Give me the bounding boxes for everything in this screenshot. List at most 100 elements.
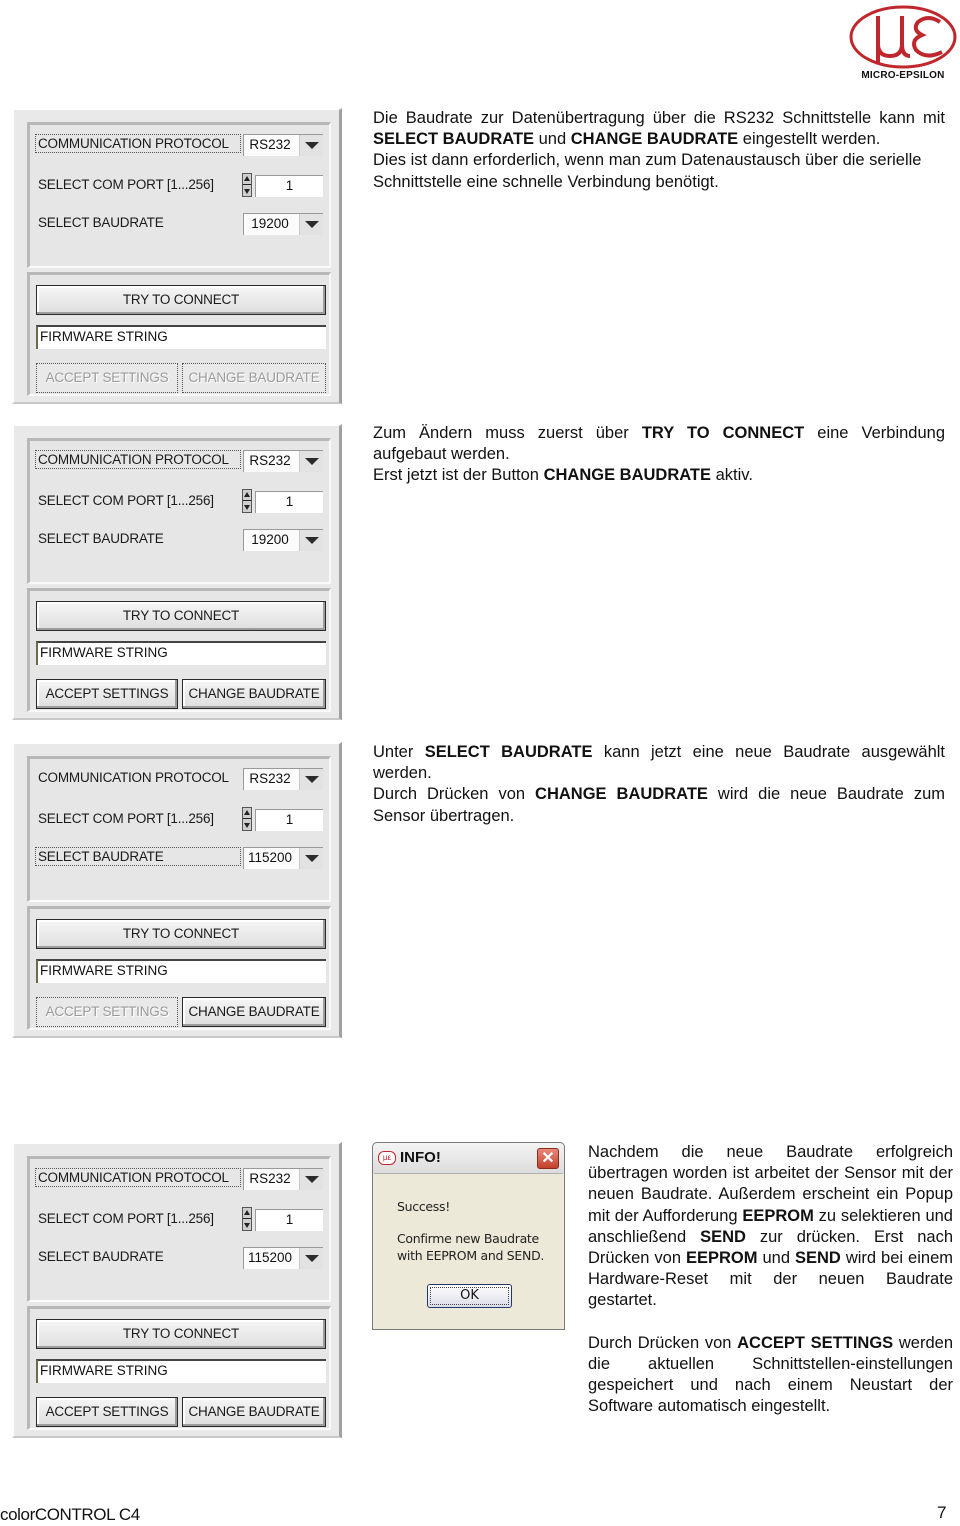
logo-text: MICRO-EPSILON: [861, 70, 945, 81]
connection-actions-group: TRY TO CONNECT FIRMWARE STRING ACCEPT SE…: [27, 906, 331, 1030]
increment-arrow-icon[interactable]: [244, 176, 250, 181]
try-to-connect-button[interactable]: TRY TO CONNECT: [36, 285, 326, 315]
ok-button[interactable]: OK: [427, 1284, 512, 1308]
interface-settings-panel: COMMUNICATION PROTOCOL RS232 SELECT COM …: [12, 424, 342, 720]
footer-product-name: colorCONTROL C4: [0, 1505, 140, 1524]
popup-title: INFO!: [400, 1149, 441, 1166]
change-baudrate-button[interactable]: CHANGE BAUDRATE: [182, 363, 326, 393]
com-port-stepper[interactable]: [242, 173, 252, 197]
paragraph: Nachdem die neue Baudrate erfolgreich üb…: [588, 1143, 953, 1310]
communication-protocol-value: RS232: [249, 1171, 291, 1186]
baudrate-label: SELECT BAUDRATE: [38, 531, 164, 546]
com-port-label: SELECT COM PORT [1...256]: [38, 177, 214, 192]
baudrate-value: 19200: [251, 216, 289, 231]
com-port-stepper[interactable]: [242, 807, 252, 831]
baudrate-value: 115200: [247, 850, 293, 865]
paragraph: Erst jetzt ist der Button CHANGE BAUDRAT…: [373, 466, 753, 485]
communication-protocol-dropdown[interactable]: RS232: [243, 768, 323, 790]
connection-settings-group: COMMUNICATION PROTOCOL RS232 SELECT COM …: [27, 1156, 331, 1302]
baudrate-value: 19200: [251, 532, 289, 547]
try-to-connect-button[interactable]: TRY TO CONNECT: [36, 1319, 326, 1349]
paragraph: Durch Drücken von ACCEPT SETTINGS werden…: [588, 1333, 953, 1416]
com-port-input[interactable]: 1: [255, 175, 323, 197]
chevron-down-icon[interactable]: [299, 135, 323, 156]
com-port-input[interactable]: 1: [255, 491, 323, 513]
chevron-down-icon[interactable]: [299, 530, 323, 551]
increment-arrow-icon[interactable]: [244, 492, 250, 497]
description-section-4: Nachdem die neue Baudrate erfolgreich üb…: [588, 1142, 953, 1417]
baudrate-label: SELECT BAUDRATE: [38, 215, 164, 230]
communication-protocol-label: COMMUNICATION PROTOCOL: [35, 450, 241, 469]
app-logo-icon: µε: [378, 1151, 396, 1165]
connection-actions-group: TRY TO CONNECT FIRMWARE STRING ACCEPT SE…: [27, 588, 331, 712]
popup-body: Success! Confirme new Baudrate with EEPR…: [374, 1173, 563, 1329]
baudrate-dropdown[interactable]: 19200: [243, 213, 323, 235]
decrement-arrow-icon[interactable]: [244, 823, 250, 828]
accept-settings-button[interactable]: ACCEPT SETTINGS: [36, 1397, 178, 1427]
interface-settings-panel: COMMUNICATION PROTOCOL RS232 SELECT COM …: [12, 742, 342, 1038]
chevron-down-icon[interactable]: [299, 451, 323, 472]
communication-protocol-value: RS232: [249, 771, 291, 786]
communication-protocol-value: RS232: [249, 453, 291, 468]
paragraph: Unter SELECT BAUDRATE kann jetzt eine ne…: [373, 743, 945, 783]
page-number: 7: [937, 1503, 947, 1522]
chevron-down-icon[interactable]: [299, 1169, 323, 1190]
paragraph: Die Baudrate zur Datenübertragung über d…: [373, 109, 945, 149]
connection-settings-group: COMMUNICATION PROTOCOL RS232 SELECT COM …: [27, 438, 331, 584]
stepper-divider: [243, 818, 251, 819]
baudrate-dropdown[interactable]: 115200: [243, 1247, 323, 1269]
communication-protocol-label: COMMUNICATION PROTOCOL: [35, 134, 241, 153]
interface-settings-panel: COMMUNICATION PROTOCOL RS232 SELECT COM …: [12, 1142, 342, 1438]
chevron-down-icon[interactable]: [299, 1248, 323, 1269]
description-section-3: Unter SELECT BAUDRATE kann jetzt eine ne…: [373, 742, 945, 827]
description-section-1: Die Baudrate zur Datenübertragung über d…: [373, 108, 945, 193]
change-baudrate-button[interactable]: CHANGE BAUDRATE: [182, 679, 326, 709]
baudrate-value: 115200: [247, 1250, 293, 1265]
chevron-down-icon[interactable]: [299, 769, 323, 790]
baudrate-dropdown[interactable]: 19200: [243, 529, 323, 551]
firmware-string-field: FIRMWARE STRING: [36, 959, 326, 983]
communication-protocol-label: COMMUNICATION PROTOCOL: [38, 770, 229, 785]
chevron-down-icon[interactable]: [299, 848, 323, 869]
communication-protocol-value: RS232: [249, 137, 291, 152]
com-port-stepper[interactable]: [242, 489, 252, 513]
paragraph: Durch Drücken von CHANGE BAUDRATE wird d…: [373, 785, 945, 825]
popup-titlebar[interactable]: µε INFO! ✕: [373, 1143, 564, 1173]
com-port-label: SELECT COM PORT [1...256]: [38, 1211, 214, 1226]
com-port-input[interactable]: 1: [255, 809, 323, 831]
baudrate-dropdown[interactable]: 115200: [243, 847, 323, 869]
decrement-arrow-icon[interactable]: [244, 189, 250, 194]
increment-arrow-icon[interactable]: [244, 810, 250, 815]
try-to-connect-button[interactable]: TRY TO CONNECT: [36, 601, 326, 631]
change-baudrate-button[interactable]: CHANGE BAUDRATE: [182, 997, 326, 1027]
interface-settings-panel: COMMUNICATION PROTOCOL RS232 SELECT COM …: [12, 108, 342, 404]
change-baudrate-button[interactable]: CHANGE BAUDRATE: [182, 1397, 326, 1427]
communication-protocol-label: COMMUNICATION PROTOCOL: [35, 1168, 241, 1187]
connection-settings-group: COMMUNICATION PROTOCOL RS232 SELECT COM …: [27, 122, 331, 268]
popup-message-line: Confirme new Baudrate: [397, 1231, 539, 1246]
description-section-2: Zum Ändern muss zuerst über TRY TO CONNE…: [373, 423, 945, 487]
try-to-connect-button[interactable]: TRY TO CONNECT: [36, 919, 326, 949]
accept-settings-button[interactable]: ACCEPT SETTINGS: [36, 997, 178, 1027]
communication-protocol-dropdown[interactable]: RS232: [243, 1168, 323, 1190]
decrement-arrow-icon[interactable]: [244, 1223, 250, 1228]
com-port-label: SELECT COM PORT [1...256]: [38, 811, 214, 826]
increment-arrow-icon[interactable]: [244, 1210, 250, 1215]
communication-protocol-dropdown[interactable]: RS232: [243, 134, 323, 156]
accept-settings-button[interactable]: ACCEPT SETTINGS: [36, 679, 178, 709]
com-port-label: SELECT COM PORT [1...256]: [38, 493, 214, 508]
close-icon: ✕: [541, 1150, 555, 1167]
firmware-string-field: FIRMWARE STRING: [36, 325, 326, 349]
decrement-arrow-icon[interactable]: [244, 505, 250, 510]
popup-message-line: with EEPROM and SEND.: [397, 1248, 545, 1263]
com-port-stepper[interactable]: [242, 1207, 252, 1231]
communication-protocol-dropdown[interactable]: RS232: [243, 450, 323, 472]
micro-epsilon-logo: MICRO-EPSILON: [848, 4, 958, 84]
popup-message-success: Success!: [397, 1199, 450, 1214]
close-button[interactable]: ✕: [537, 1148, 559, 1169]
paragraph: Dies ist dann erforderlich, wenn man zum…: [373, 151, 922, 191]
com-port-input[interactable]: 1: [255, 1209, 323, 1231]
connection-actions-group: TRY TO CONNECT FIRMWARE STRING ACCEPT SE…: [27, 272, 331, 396]
chevron-down-icon[interactable]: [299, 214, 323, 235]
accept-settings-button[interactable]: ACCEPT SETTINGS: [36, 363, 178, 393]
